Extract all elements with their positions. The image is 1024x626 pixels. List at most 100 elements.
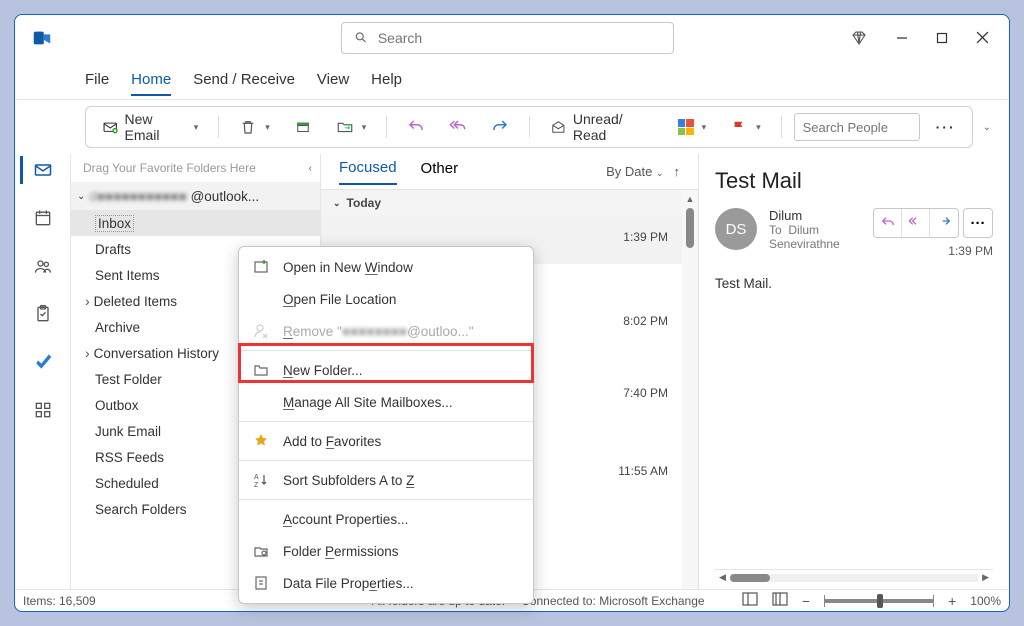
inbox-tabs: Focused Other By Date ⌄ ↑ [321, 154, 698, 190]
status-item-count: Items: 16,509 [23, 594, 96, 608]
titlebar [15, 15, 1009, 60]
nav-mail[interactable] [20, 156, 63, 184]
account-label: @outlook... [191, 189, 260, 204]
new-email-button[interactable]: New Email ▾ [94, 107, 206, 147]
sort-direction-button[interactable]: ↑ [674, 164, 681, 179]
message-time: 1:39 PM [873, 244, 993, 258]
categories-icon [678, 119, 694, 135]
trash-icon [239, 118, 257, 136]
search-people-input[interactable] [794, 113, 920, 141]
delete-button[interactable]: ▾ [231, 114, 278, 140]
more-actions-button[interactable]: ··· [964, 209, 992, 237]
nav-strip [15, 154, 71, 589]
reply-all-button[interactable] [441, 114, 475, 140]
menu-send-receive[interactable]: Send / Receive [193, 65, 295, 94]
menu-view[interactable]: View [317, 65, 349, 94]
menubar: File Home Send / Receive View Help [15, 60, 1009, 100]
message-time: 1:39 PM [623, 230, 668, 244]
ctx-manage-mailboxes[interactable]: Manage All Site Mailboxes... [239, 386, 533, 418]
permissions-icon [253, 543, 271, 559]
group-today[interactable]: ⌄Today [321, 190, 682, 216]
close-button[interactable] [976, 31, 989, 44]
scroll-up-icon[interactable]: ▲ [686, 194, 695, 204]
star-icon [253, 433, 271, 449]
reply-button[interactable] [874, 209, 902, 237]
nav-tasks[interactable] [23, 300, 63, 328]
nav-todo[interactable] [23, 348, 63, 376]
premium-icon[interactable] [850, 29, 868, 47]
ctx-datafile-properties[interactable]: Data File Properties... [239, 567, 533, 599]
reading-pane-scrollbar[interactable]: ◀ ▶ [715, 569, 993, 585]
sort-az-icon: AZ [253, 472, 271, 488]
ribbon-collapse-button[interactable]: ⌄ [983, 122, 991, 133]
ctx-folder-permissions[interactable]: Folder Permissions [239, 535, 533, 567]
ctx-remove: Remove "■■■■■■■■@outloo..." [239, 315, 533, 347]
message-body: Test Mail. [715, 276, 993, 291]
view-reading-icon[interactable] [772, 592, 788, 609]
separator [781, 116, 782, 138]
read-subject: Test Mail [715, 168, 993, 194]
ctx-new-folder[interactable]: New Folder... [239, 354, 533, 386]
undo-button[interactable] [399, 114, 433, 140]
remove-person-icon [253, 323, 271, 339]
hscroll-thumb[interactable] [730, 574, 770, 582]
separator [529, 116, 530, 138]
sort-by-date[interactable]: By Date ⌄ [606, 164, 663, 179]
collapse-fav-icon[interactable]: ‹ [309, 163, 312, 174]
nav-more-apps[interactable] [23, 396, 63, 424]
sender-avatar: DS [715, 208, 757, 250]
ctx-account-properties[interactable]: Account Properties... [239, 503, 533, 535]
more-commands-button[interactable]: ··· [928, 115, 964, 139]
nav-calendar[interactable] [23, 204, 63, 232]
ctx-open-new-window[interactable]: Open in New Window [239, 251, 533, 283]
message-scrollbar[interactable]: ▲ [682, 190, 698, 589]
reading-pane: Test Mail DS Dilum To Dilum Senevirathne… [699, 154, 1009, 589]
menu-home[interactable]: Home [131, 65, 171, 96]
zoom-slider[interactable] [824, 599, 934, 603]
message-header: DS Dilum To Dilum Senevirathne ··· 1: [715, 208, 993, 258]
ctx-add-favorites[interactable]: Add to Favorites [239, 425, 533, 457]
tab-focused[interactable]: Focused [339, 159, 397, 185]
minimize-button[interactable] [896, 32, 908, 44]
envelope-open-icon [550, 118, 567, 136]
ctx-open-file-location[interactable]: Open File Location [239, 283, 533, 315]
favorites-drop-zone[interactable]: Drag Your Favorite Folders Here ‹ [71, 154, 320, 182]
maximize-button[interactable] [936, 32, 948, 44]
forward-icon [491, 118, 509, 136]
folder-inbox[interactable]: Inbox [71, 210, 320, 236]
to-label: To [769, 223, 782, 237]
separator [386, 116, 387, 138]
ribbon-row: New Email ▾ ▾ ▾ Unread/ Read ▾ ▾ ··· ⌄ [15, 100, 1009, 154]
view-normal-icon[interactable] [742, 592, 758, 609]
search-input[interactable] [378, 30, 661, 46]
context-menu: Open in New Window Open File Location Re… [238, 246, 534, 604]
unread-read-button[interactable]: Unread/ Read [542, 107, 661, 147]
tab-other[interactable]: Other [421, 160, 459, 184]
message-time: 7:40 PM [623, 386, 668, 400]
window-plus-icon [253, 259, 271, 275]
archive-button[interactable] [286, 114, 320, 140]
categorize-button[interactable]: ▾ [670, 115, 715, 139]
properties-icon [253, 575, 271, 591]
move-button[interactable]: ▾ [328, 114, 375, 140]
status-connection: Connected to: Microsoft Exchange [521, 594, 704, 608]
search-box[interactable] [341, 22, 674, 54]
forward-msg-button[interactable] [930, 209, 958, 237]
menu-help[interactable]: Help [371, 65, 402, 94]
move-folder-icon [336, 118, 354, 136]
reply-all-button[interactable] [902, 209, 930, 237]
sender-name: Dilum [769, 208, 861, 223]
scrollbar-thumb[interactable] [686, 208, 694, 248]
menu-file[interactable]: File [85, 65, 109, 94]
forward-button[interactable] [483, 114, 517, 140]
mail-plus-icon [102, 118, 118, 136]
svg-text:A: A [254, 474, 259, 481]
new-email-label: New Email [124, 111, 185, 143]
account-header[interactable]: ⌄ d■■■■■■■■■■■ @outlook... [71, 182, 320, 210]
flag-button[interactable]: ▾ [722, 114, 769, 140]
folder-icon [253, 362, 271, 378]
nav-people[interactable] [23, 252, 63, 280]
archive-icon [294, 118, 312, 136]
ctx-sort-subfolders[interactable]: AZSort Subfolders A to Z [239, 464, 533, 496]
zoom-value: 100% [970, 594, 1001, 608]
